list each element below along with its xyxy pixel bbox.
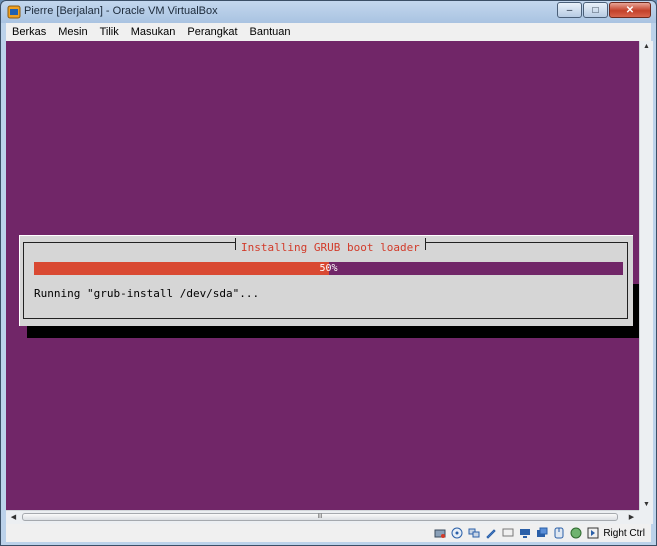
network-icon[interactable] xyxy=(518,527,531,540)
host-key-icon[interactable] xyxy=(586,527,599,540)
virtualbox-app-icon xyxy=(7,5,21,19)
installer-dialog: Installing GRUB boot loader 50% Running … xyxy=(19,235,633,326)
scroll-left-icon[interactable]: ◀ xyxy=(7,511,20,524)
menu-perangkat[interactable]: Perangkat xyxy=(181,26,243,38)
harddisk-icon[interactable] xyxy=(433,527,446,540)
video-capture-icon[interactable] xyxy=(535,527,548,540)
usb-icon[interactable] xyxy=(467,527,480,540)
scroll-right-icon[interactable]: ▶ xyxy=(625,511,638,524)
display-icon[interactable] xyxy=(501,527,514,540)
vertical-scrollbar[interactable]: ▲ ▼ xyxy=(639,41,653,510)
status-bar: Right Ctrl xyxy=(6,524,651,542)
progress-label: 50% xyxy=(319,263,338,274)
vm-display[interactable]: Installing GRUB boot loader 50% Running … xyxy=(6,41,639,510)
scroll-down-icon[interactable]: ▼ xyxy=(640,501,653,508)
title-bar[interactable]: Pierre [Berjalan] - Oracle VM VirtualBox… xyxy=(1,1,656,23)
menu-tilik[interactable]: Tilik xyxy=(94,26,125,38)
mouse-integration-icon[interactable] xyxy=(552,527,565,540)
optical-drive-icon[interactable] xyxy=(450,527,463,540)
dialog-title: Installing GRUB boot loader xyxy=(235,238,426,254)
menu-masukan[interactable]: Masukan xyxy=(125,26,182,38)
dialog-shadow-bottom xyxy=(27,324,639,338)
horizontal-scrollbar[interactable]: ◀ III ▶ xyxy=(6,510,639,524)
minimize-button[interactable]: – xyxy=(557,2,582,18)
guest-additions-icon[interactable] xyxy=(569,527,582,540)
shared-folders-icon[interactable] xyxy=(484,527,497,540)
host-key-label: Right Ctrl xyxy=(603,527,645,539)
status-text: Running "grub-install /dev/sda"... xyxy=(34,287,260,300)
horizontal-scroll-thumb[interactable]: III xyxy=(22,513,618,521)
window-title: Pierre [Berjalan] - Oracle VM VirtualBox xyxy=(24,5,218,17)
progress-bar: 50% xyxy=(34,262,623,275)
scroll-up-icon[interactable]: ▲ xyxy=(640,43,653,50)
close-button[interactable]: ✕ xyxy=(609,2,651,18)
menu-bantuan[interactable]: Bantuan xyxy=(244,26,297,38)
virtualbox-window: Pierre [Berjalan] - Oracle VM VirtualBox… xyxy=(0,0,657,546)
scrollbar-corner xyxy=(639,510,653,524)
dialog-frame: Installing GRUB boot loader 50% Running … xyxy=(23,238,628,319)
maximize-button[interactable]: □ xyxy=(583,2,608,18)
menu-bar: Berkas Mesin Tilik Masukan Perangkat Ban… xyxy=(6,23,651,42)
menu-berkas[interactable]: Berkas xyxy=(6,26,52,38)
menu-mesin[interactable]: Mesin xyxy=(52,26,93,38)
window-controls: – □ ✕ xyxy=(556,2,651,18)
